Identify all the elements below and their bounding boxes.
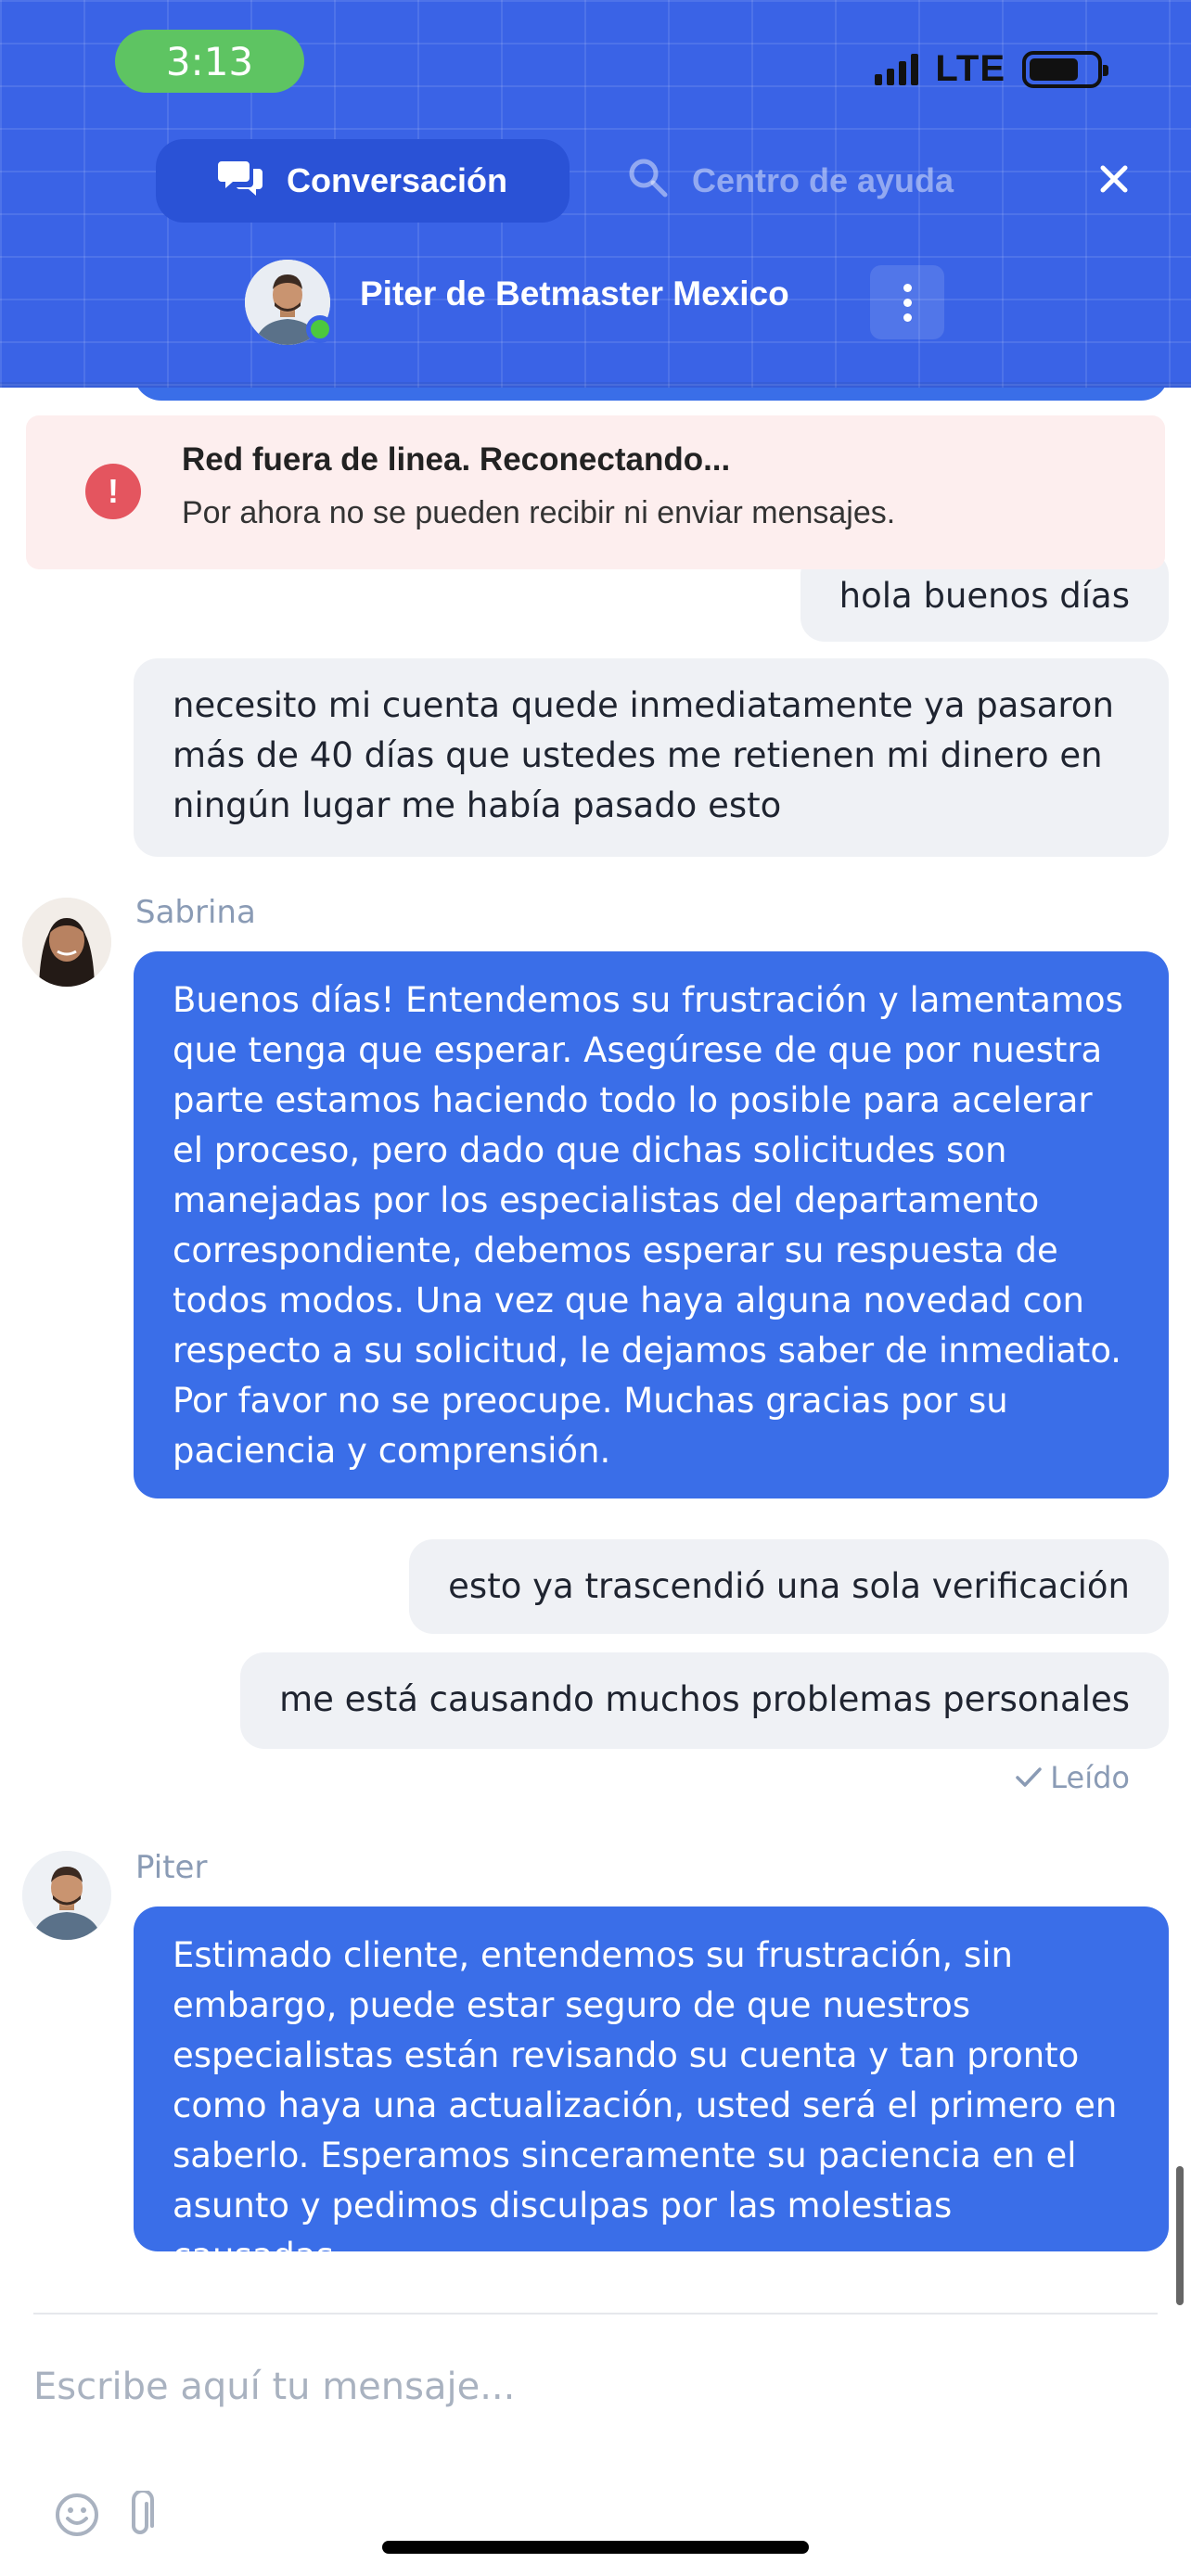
composer-toolbar [54, 2489, 156, 2543]
network-label: LTE [935, 48, 1005, 89]
chat-bubbles-icon [217, 158, 264, 205]
sabrina-avatar [22, 898, 111, 987]
banner-title: Red fuera de linea. Reconectando... [182, 441, 731, 478]
battery-icon [1022, 50, 1108, 88]
composer-divider [33, 2313, 1158, 2315]
user-message: necesito mi cuenta quede inmediatamente … [134, 658, 1169, 857]
close-icon [1100, 165, 1128, 197]
tab-conversation-label: Conversación [286, 161, 508, 199]
close-button[interactable] [1083, 150, 1145, 211]
read-status-label: Leído [1050, 1760, 1130, 1795]
tab-conversation[interactable]: Conversación [156, 139, 570, 223]
agent-avatar [245, 260, 334, 345]
tab-help-center[interactable]: Centro de ayuda [627, 139, 954, 223]
online-status-dot [306, 315, 334, 343]
checkmark-icon [1015, 1760, 1043, 1795]
kebab-menu-button[interactable] [870, 265, 944, 339]
status-time: 3:13 [115, 30, 304, 93]
piter-avatar [22, 1851, 111, 1940]
kebab-menu-icon [903, 283, 912, 292]
message-input[interactable] [33, 2350, 1158, 2424]
emoji-icon[interactable] [54, 2492, 100, 2542]
tab-help-center-label: Centro de ayuda [692, 161, 954, 199]
sender-name: Sabrina [135, 894, 256, 931]
search-icon [627, 157, 668, 206]
agent-title: Piter de Betmaster Mexico [360, 274, 789, 312]
scrollbar[interactable] [1176, 2166, 1184, 2305]
user-message: me está causando muchos problemas person… [240, 1652, 1169, 1749]
chat-header: 3:13 LTE Conversación Centro de ayuda Pi… [0, 0, 1191, 388]
user-message: esto ya trascendió una sola verificación [409, 1539, 1169, 1634]
attachment-icon[interactable] [124, 2489, 156, 2543]
home-indicator[interactable] [382, 2541, 809, 2554]
offline-banner: ! Red fuera de linea. Reconectando... Po… [26, 415, 1165, 569]
signal-icon [875, 53, 919, 85]
agent-message: Buenos días! Entendemos su frustración y… [134, 951, 1169, 1498]
chat-screen: 3:13 LTE Conversación Centro de ayuda Pi… [0, 0, 1191, 2576]
agent-message: Estimado cliente, entendemos su frustrac… [134, 1906, 1169, 2276]
sender-name: Piter [135, 1849, 208, 1886]
read-receipt: Leído [1015, 1760, 1130, 1795]
status-indicators: LTE [875, 48, 1108, 90]
banner-subtitle: Por ahora no se pueden recibir ni enviar… [182, 495, 896, 530]
alert-icon: ! [85, 464, 141, 519]
